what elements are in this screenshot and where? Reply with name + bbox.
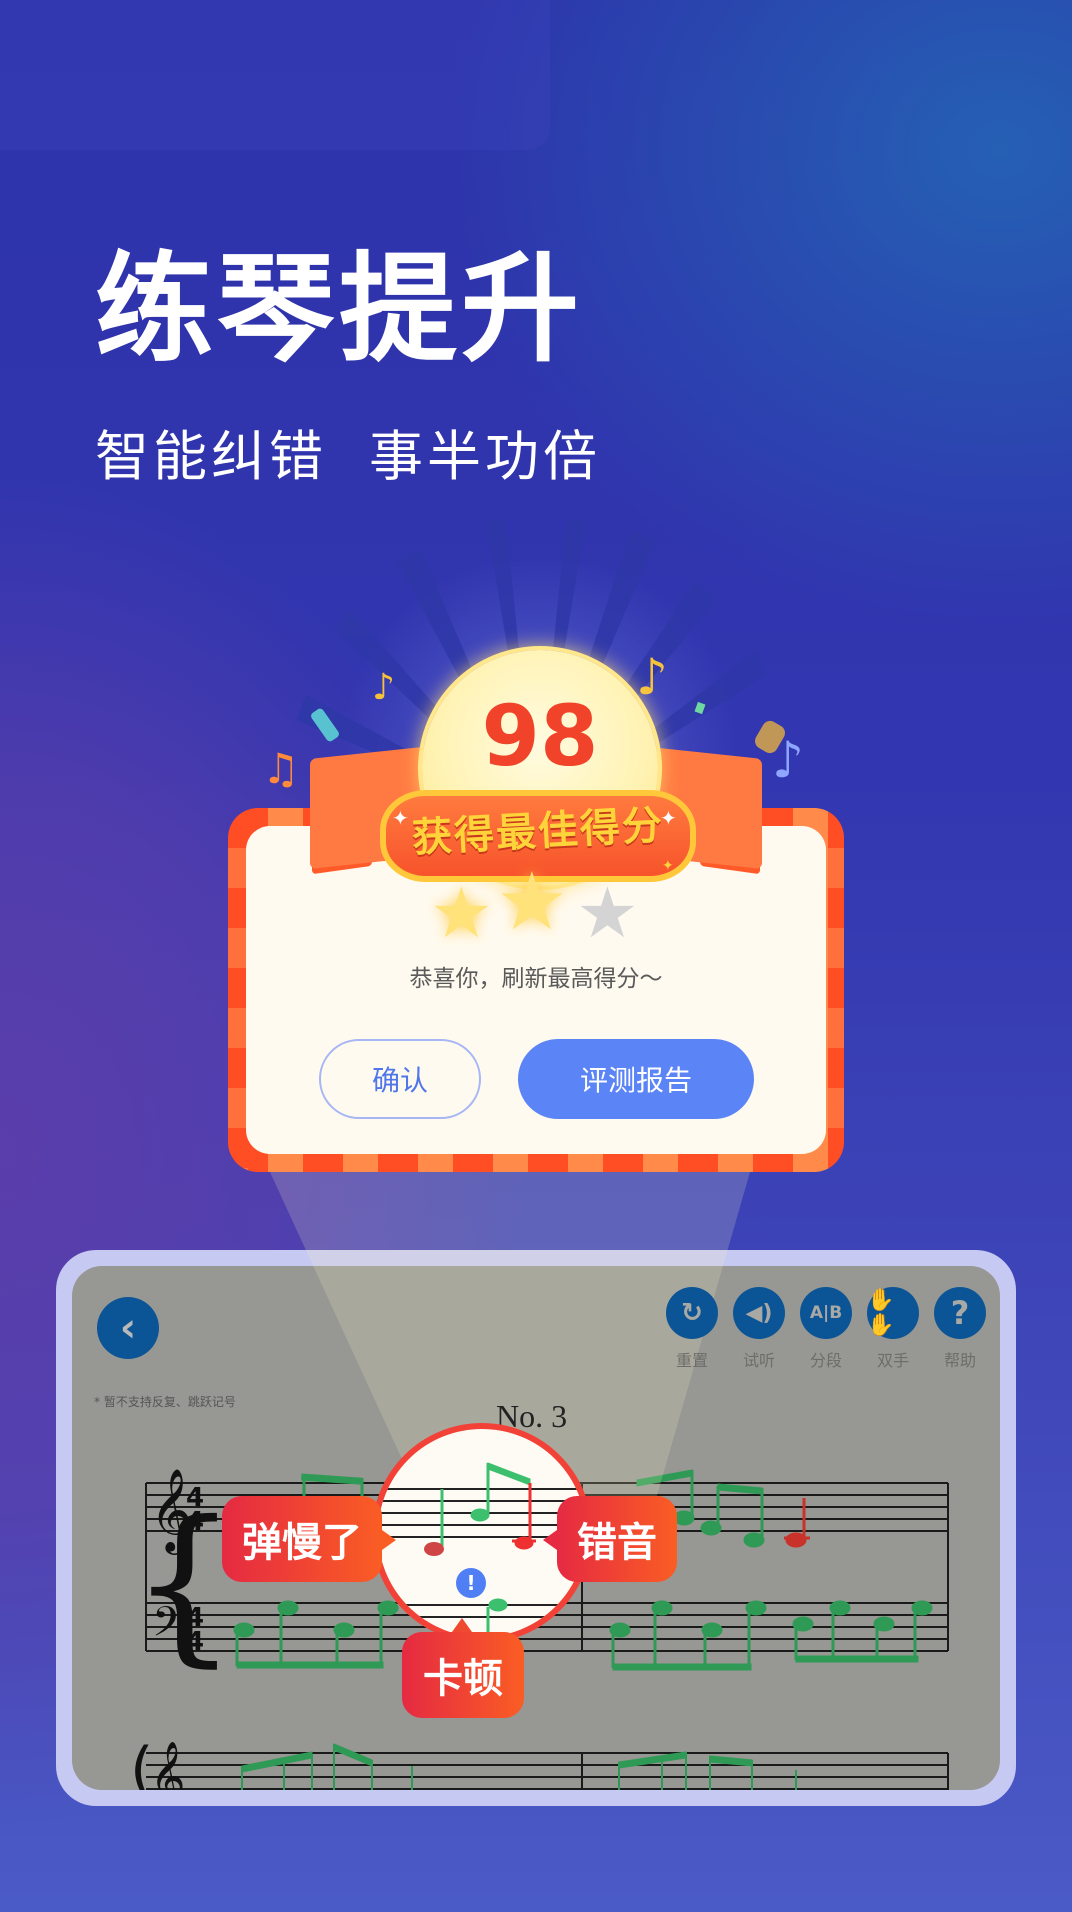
back-button[interactable]: ‹ bbox=[97, 1297, 159, 1359]
callout-pointer bbox=[543, 1530, 557, 1550]
tool-label: 试听 bbox=[742, 1351, 775, 1370]
star-filled-icon: ★ bbox=[430, 872, 493, 954]
score-value: 98 bbox=[481, 687, 599, 785]
time-signature: 4 bbox=[186, 1627, 204, 1657]
tool-help[interactable]: ? 帮助 bbox=[934, 1287, 986, 1371]
subtitle-left: 智能纠错 bbox=[95, 425, 327, 488]
practice-toolbar: ↻ 重置 ◀) 试听 A|B 分段 ✋✋ 双手 ? 帮助 bbox=[666, 1287, 986, 1371]
bass-clef-icon: 𝄢 bbox=[152, 1598, 184, 1656]
header-decoration bbox=[0, 0, 550, 150]
callout-slow: 弹慢了 bbox=[222, 1496, 396, 1582]
callout-slow-text: 弹慢了 bbox=[242, 1520, 362, 1566]
star-empty-icon: ★ bbox=[576, 872, 639, 954]
star-rating: ★ ★ ★ bbox=[430, 855, 650, 949]
tool-label: 帮助 bbox=[943, 1351, 976, 1370]
warning-icon: ! bbox=[456, 1568, 486, 1598]
treble-clef-icon: 𝄞 bbox=[150, 1741, 185, 1790]
callout-stuck: 卡顿 bbox=[402, 1618, 524, 1718]
treble-staff-2 bbox=[146, 1752, 948, 1790]
tool-label: 双手 bbox=[876, 1351, 909, 1370]
time-signature: 4 bbox=[186, 1507, 204, 1537]
tool-listen[interactable]: ◀) 试听 bbox=[733, 1287, 785, 1371]
callout-wrong: 错音 bbox=[543, 1496, 677, 1582]
tool-hands[interactable]: ✋✋ 双手 bbox=[867, 1287, 919, 1371]
music-note-icon: ♪ bbox=[372, 667, 395, 708]
callout-stuck-text: 卡顿 bbox=[423, 1656, 503, 1702]
hero-subtitle: 智能纠错 事半功倍 bbox=[95, 430, 601, 484]
sparkle-icon: ✦ bbox=[660, 806, 677, 830]
congrats-message: 恭喜你，刷新最高得分～ bbox=[409, 966, 663, 992]
callout-wrong-text: 错音 bbox=[577, 1520, 657, 1566]
callout-pointer bbox=[382, 1530, 396, 1550]
sparkle-icon: ✦ bbox=[392, 806, 409, 830]
sparkle-icon: ✦ bbox=[662, 858, 674, 874]
tool-section[interactable]: A|B 分段 bbox=[800, 1287, 852, 1371]
speaker-icon: ◀) bbox=[733, 1287, 785, 1339]
tool-label: 重置 bbox=[675, 1351, 708, 1370]
tool-reset[interactable]: ↻ 重置 bbox=[666, 1287, 718, 1371]
star-filled-icon: ★ bbox=[496, 855, 568, 948]
wrong-note bbox=[784, 1498, 810, 1548]
reset-icon: ↻ bbox=[666, 1287, 718, 1339]
callout-pointer bbox=[452, 1618, 472, 1632]
hero-title: 练琴提升 bbox=[95, 240, 584, 378]
help-icon: ? bbox=[934, 1287, 986, 1339]
confirm-button[interactable]: 确认 bbox=[319, 1039, 481, 1119]
treble-notes-2 bbox=[241, 1743, 797, 1790]
subtitle-right: 事半功倍 bbox=[369, 425, 601, 488]
hands-icon: ✋✋ bbox=[867, 1287, 919, 1339]
music-note-icon: ♫ bbox=[262, 744, 300, 793]
report-button[interactable]: 评测报告 bbox=[518, 1039, 754, 1119]
chevron-left-icon: ‹ bbox=[119, 1305, 137, 1351]
tool-label: 分段 bbox=[809, 1351, 842, 1370]
notation-hint: * 暂不支持反复、跳跃记号 bbox=[94, 1395, 236, 1409]
ab-section-icon: A|B bbox=[800, 1287, 852, 1339]
